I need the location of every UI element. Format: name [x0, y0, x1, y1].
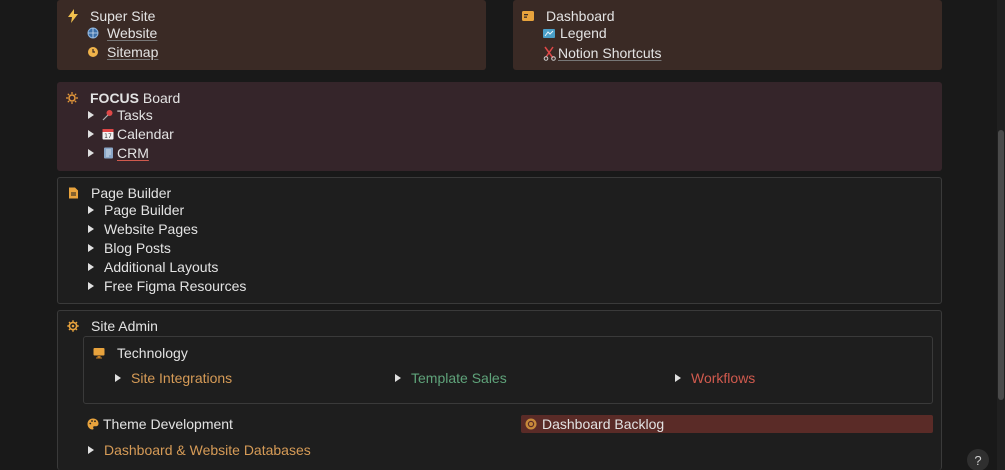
theme-development-label[interactable]: Theme Development [103, 416, 233, 432]
page-builder-title: Page Builder [91, 185, 172, 201]
databases-item[interactable]: Dashboard & Website Databases [88, 442, 311, 458]
toggle-triangle-icon[interactable] [88, 206, 94, 214]
globe-icon [86, 26, 100, 40]
blog-posts-label[interactable]: Blog Posts [104, 240, 171, 256]
svg-text:17: 17 [104, 133, 112, 140]
dashboard-title: Dashboard [546, 8, 615, 24]
additional-layouts-label[interactable]: Additional Layouts [104, 259, 218, 275]
site-integrations-label[interactable]: Site Integrations [131, 370, 232, 386]
dashboard-backlog-item[interactable]: Dashboard Backlog [524, 416, 664, 432]
focus-board-card [57, 82, 942, 171]
focus-board-heading[interactable]: FOCUS Board [65, 90, 180, 106]
focus-item-calendar[interactable]: 17 Calendar [88, 126, 174, 142]
help-button[interactable]: ? [967, 449, 989, 470]
dashboard-card-icon [522, 9, 534, 23]
theme-development-item[interactable]: Theme Development [86, 416, 233, 432]
dashboard-heading[interactable]: Dashboard [522, 8, 615, 24]
map-icon [542, 26, 556, 40]
toggle-triangle-icon[interactable] [88, 111, 94, 119]
free-figma-resources-label[interactable]: Free Figma Resources [104, 278, 246, 294]
site-admin-title: Site Admin [91, 318, 158, 334]
focus-board-title-rest: Board [139, 90, 181, 106]
toggle-triangle-icon[interactable] [88, 282, 94, 290]
site-admin-heading[interactable]: Site Admin [66, 318, 158, 334]
calendar-icon: 17 [101, 127, 115, 141]
palette-icon [86, 417, 100, 431]
crm-label[interactable]: CRM [117, 145, 149, 161]
template-sales-label[interactable]: Template Sales [411, 370, 507, 386]
dashboard-item-notion-shortcuts[interactable]: Notion Shortcuts [542, 45, 662, 61]
page-builder-item-4[interactable]: Free Figma Resources [88, 278, 246, 294]
page-builder-item-1[interactable]: Website Pages [88, 221, 198, 237]
clock-icon [86, 45, 100, 59]
legend-link[interactable]: Legend [560, 25, 607, 41]
page-builder-item-0[interactable]: Page Builder [88, 202, 184, 218]
focus-item-crm[interactable]: CRM [88, 145, 149, 161]
website-pages-label[interactable]: Website Pages [104, 221, 198, 237]
toggle-triangle-icon[interactable] [88, 244, 94, 252]
databases-label[interactable]: Dashboard & Website Databases [104, 442, 311, 458]
technology-item-template-sales[interactable]: Template Sales [395, 370, 507, 386]
dashboard-backlog-label[interactable]: Dashboard Backlog [542, 416, 664, 432]
technology-heading[interactable]: Technology [92, 345, 188, 361]
document-icon [66, 186, 80, 200]
tasks-label[interactable]: Tasks [117, 107, 153, 123]
page-builder-item-2[interactable]: Blog Posts [88, 240, 171, 256]
focus-board-title: FOCUS Board [90, 90, 180, 106]
notion-shortcuts-link[interactable]: Notion Shortcuts [558, 45, 662, 61]
page-builder-item-3[interactable]: Additional Layouts [88, 259, 218, 275]
super-site-item-website[interactable]: Website [86, 25, 157, 41]
technology-item-workflows[interactable]: Workflows [675, 370, 755, 386]
notebook-icon [101, 146, 115, 160]
toggle-triangle-icon[interactable] [88, 149, 94, 157]
scrollbar-thumb[interactable] [998, 130, 1004, 400]
toggle-triangle-icon[interactable] [88, 225, 94, 233]
sitemap-link[interactable]: Sitemap [107, 44, 158, 60]
gear-icon [66, 319, 80, 333]
monitor-icon [92, 346, 106, 360]
scissors-icon [542, 46, 556, 61]
focus-item-tasks[interactable]: Tasks [88, 107, 153, 123]
super-site-item-sitemap[interactable]: Sitemap [86, 44, 158, 60]
help-label: ? [974, 452, 982, 468]
page: Super Site Website Sitemap Dashboard Leg… [0, 0, 1005, 470]
focus-board-title-bold: FOCUS [90, 90, 139, 106]
toggle-triangle-icon[interactable] [395, 374, 401, 382]
calendar-label[interactable]: Calendar [117, 126, 174, 142]
toggle-triangle-icon[interactable] [88, 130, 94, 138]
super-site-title: Super Site [90, 8, 156, 24]
workflows-label[interactable]: Workflows [691, 370, 755, 386]
toggle-triangle-icon[interactable] [88, 446, 94, 454]
page-builder-heading[interactable]: Page Builder [66, 185, 172, 201]
sun-icon [65, 91, 79, 105]
lightning-icon [66, 9, 80, 23]
super-site-heading[interactable]: Super Site [66, 8, 156, 24]
dashboard-item-legend[interactable]: Legend [542, 25, 607, 41]
page-builder-item-label[interactable]: Page Builder [104, 202, 184, 218]
toggle-triangle-icon[interactable] [675, 374, 681, 382]
website-link[interactable]: Website [107, 25, 157, 41]
technology-item-site-integrations[interactable]: Site Integrations [115, 370, 232, 386]
pushpin-icon [101, 108, 115, 122]
backlog-icon [524, 417, 538, 431]
technology-title: Technology [117, 345, 188, 361]
toggle-triangle-icon[interactable] [88, 263, 94, 271]
toggle-triangle-icon[interactable] [115, 374, 121, 382]
